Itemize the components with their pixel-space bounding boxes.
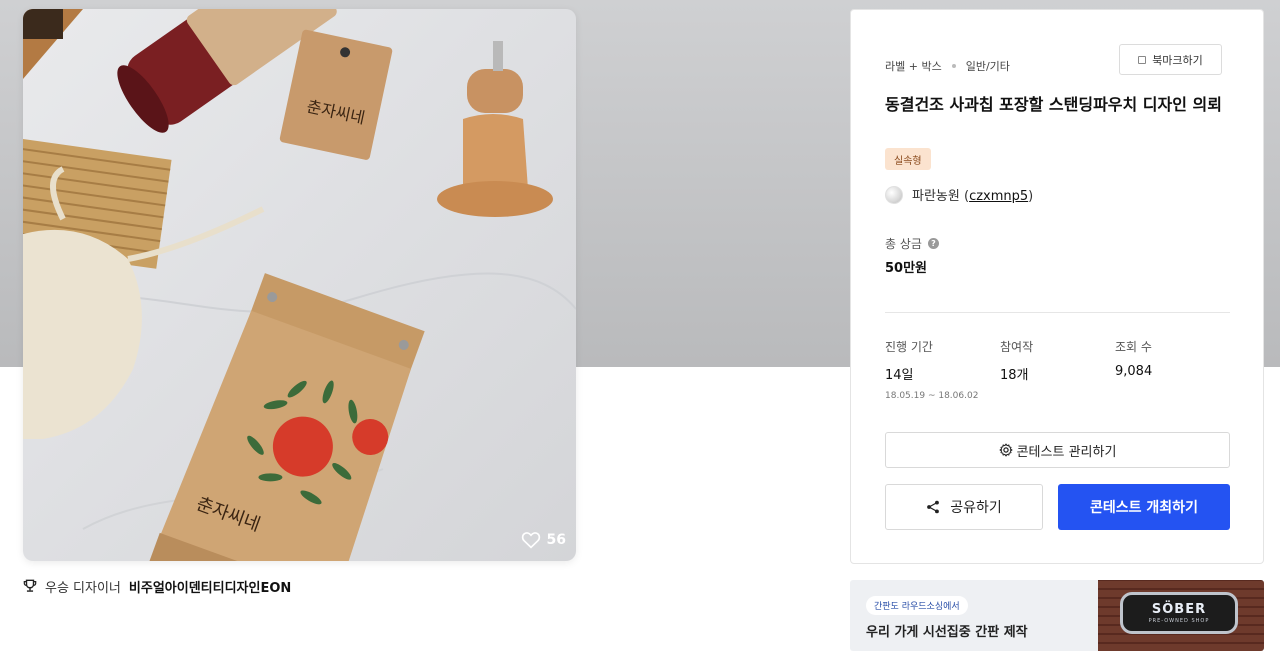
share-icon bbox=[927, 500, 940, 514]
share-button[interactable]: 공유하기 bbox=[885, 484, 1043, 530]
category-label[interactable]: 라벨 + 박스 bbox=[885, 58, 942, 74]
host-contest-button[interactable]: 콘테스트 개최하기 bbox=[1058, 484, 1230, 530]
heart-icon bbox=[521, 532, 540, 549]
prize-label: 총 상금 bbox=[885, 237, 922, 251]
entries-label: 참여작 bbox=[1000, 340, 1034, 354]
share-label: 공유하기 bbox=[950, 500, 1002, 516]
host-id-link[interactable]: czxmnp5 bbox=[969, 189, 1028, 204]
ad-headline: 우리 가게 시선집중 간판 제작 bbox=[866, 625, 1028, 640]
host-info[interactable]: 파란농원 (czxmnp5) bbox=[885, 185, 1033, 204]
host-name: 파란농원 bbox=[912, 189, 960, 204]
divider bbox=[885, 312, 1230, 313]
sign-logo: SÖBER PRE-OWNED SHOP bbox=[1120, 592, 1238, 634]
views-value: 9,084 bbox=[1115, 364, 1153, 379]
bookmark-icon bbox=[1138, 55, 1147, 64]
sign-subtitle: PRE-OWNED SHOP bbox=[1148, 618, 1210, 624]
like-count[interactable]: 56 bbox=[521, 531, 566, 549]
stat-views: 조회 수 9,084 bbox=[1115, 338, 1152, 379]
like-count-value: 56 bbox=[546, 532, 566, 548]
bookmark-button[interactable]: 북마크하기 bbox=[1119, 44, 1222, 75]
contest-type-badge: 실속형 bbox=[885, 148, 931, 170]
trophy-icon bbox=[23, 579, 37, 592]
help-icon[interactable]: ? bbox=[927, 238, 939, 249]
views-label: 조회 수 bbox=[1115, 340, 1152, 354]
prize-label-row: 총 상금 ? bbox=[885, 235, 939, 252]
stat-period: 진행 기간 14일 18.05.19 ~ 18.06.02 bbox=[885, 338, 978, 401]
ad-photo: SÖBER PRE-OWNED SHOP bbox=[1098, 580, 1264, 651]
sign-name: SÖBER bbox=[1151, 602, 1207, 617]
contest-title: 동결건조 사과칩 포장할 스탠딩파우치 디자인 의뢰 bbox=[885, 95, 1222, 114]
ad-banner[interactable]: 간판도 라우드소싱에서 우리 가게 시선집중 간판 제작 SÖBER PRE-O… bbox=[850, 580, 1264, 651]
winner-label: 우승 디자이너 bbox=[45, 580, 121, 596]
manage-contest-button[interactable]: 콘테스트 관리하기 bbox=[885, 432, 1230, 468]
product-photo: 춘자씨네 춘자씨네 bbox=[23, 9, 576, 561]
gear-icon bbox=[999, 443, 1013, 457]
prize-value: 50만원 bbox=[885, 261, 928, 276]
winning-design-image[interactable]: 춘자씨네 춘자씨네 56 bbox=[23, 9, 576, 561]
period-label: 진행 기간 bbox=[885, 340, 933, 354]
winner-name[interactable]: 비주얼아이덴티티디자인EON bbox=[129, 577, 291, 596]
subcategory-label[interactable]: 일반/기타 bbox=[966, 58, 1010, 74]
ad-chip: 간판도 라우드소싱에서 bbox=[866, 596, 968, 615]
period-dates: 18.05.19 ~ 18.06.02 bbox=[885, 391, 979, 401]
winner-info: 우승 디자이너 비주얼아이덴티티디자인EON bbox=[23, 576, 291, 596]
category-breadcrumb: 라벨 + 박스 일반/기타 bbox=[885, 58, 1010, 74]
stat-entries: 참여작 18개 bbox=[1000, 338, 1033, 383]
manage-contest-label: 콘테스트 관리하기 bbox=[1016, 444, 1117, 460]
entries-value: 18개 bbox=[1000, 368, 1029, 383]
host-avatar bbox=[885, 185, 903, 204]
period-value: 14일 bbox=[885, 368, 914, 383]
contest-info-card: 라벨 + 박스 일반/기타 북마크하기 동결건조 사과칩 포장할 스탠딩파우치 … bbox=[850, 9, 1264, 564]
bookmark-label: 북마크하기 bbox=[1152, 53, 1203, 67]
separator-dot bbox=[951, 64, 956, 68]
